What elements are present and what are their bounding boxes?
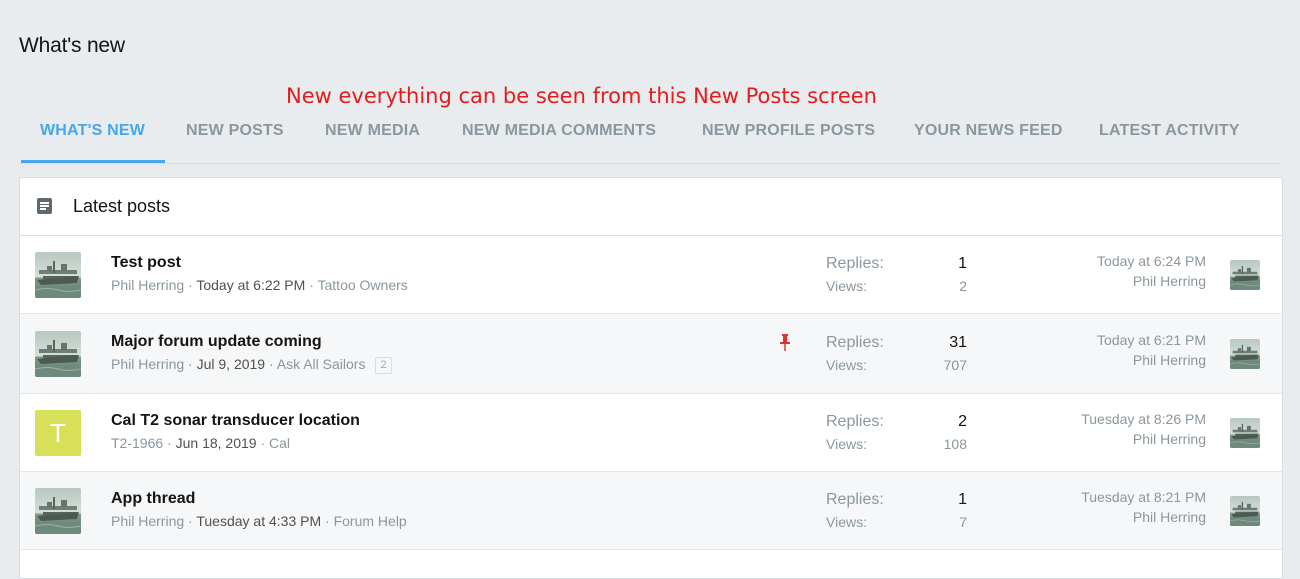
replies-label: Replies: bbox=[826, 254, 884, 272]
list-icon bbox=[37, 198, 52, 214]
thread-row[interactable]: App thread Phil Herring · Tuesday at 4:3… bbox=[20, 472, 1282, 550]
tab-new-posts[interactable]: New posts bbox=[186, 111, 284, 162]
tab-latest-activity[interactable]: Latest activity bbox=[1099, 111, 1240, 162]
thread-title[interactable]: App thread bbox=[111, 490, 195, 508]
views-count: 707 bbox=[943, 356, 967, 373]
views-count: 108 bbox=[943, 435, 967, 452]
thread-meta: Phil Herring · Tuesday at 4:33 PM · Foru… bbox=[111, 512, 407, 529]
thread-title[interactable]: Cal T2 sonar transducer location bbox=[111, 412, 360, 430]
views-label: Views: bbox=[826, 435, 867, 452]
thread-forum[interactable]: Forum Help bbox=[334, 513, 407, 529]
page-title: What's new bbox=[19, 34, 125, 57]
replies-count: 1 bbox=[958, 254, 967, 272]
ship-icon bbox=[1230, 417, 1260, 448]
views-label: Views: bbox=[826, 356, 867, 373]
last-post-date[interactable]: Today at 6:24 PM bbox=[1097, 253, 1206, 269]
thread-date[interactable]: Today at 6:22 PM bbox=[196, 277, 305, 293]
last-poster-avatar[interactable] bbox=[1230, 495, 1260, 526]
tab-your-news-feed[interactable]: Your news feed bbox=[914, 111, 1063, 162]
user-avatar[interactable] bbox=[35, 330, 81, 377]
views-label: Views: bbox=[826, 513, 867, 530]
ship-icon bbox=[1230, 259, 1260, 290]
user-avatar[interactable] bbox=[35, 251, 81, 298]
last-poster-avatar[interactable] bbox=[1230, 338, 1260, 369]
replies-count: 1 bbox=[958, 490, 967, 508]
thread-date[interactable]: Jun 18, 2019 bbox=[176, 435, 257, 451]
pin-icon bbox=[780, 333, 790, 351]
annotation-text: New everything can be seen from this New… bbox=[286, 84, 877, 108]
tab-new-media[interactable]: New media bbox=[325, 111, 420, 162]
last-post-user[interactable]: Phil Herring bbox=[1133, 352, 1206, 368]
thread-meta: Phil Herring · Today at 6:22 PM · Tattoo… bbox=[111, 276, 408, 293]
thread-meta: Phil Herring · Jul 9, 2019 · Ask All Sai… bbox=[111, 356, 392, 374]
views-count: 2 bbox=[959, 277, 967, 294]
letter-avatar[interactable]: T bbox=[35, 409, 81, 456]
last-post-user[interactable]: Phil Herring bbox=[1133, 431, 1206, 447]
thread-row[interactable]: T Cal T2 sonar transducer location T2-19… bbox=[20, 394, 1282, 472]
ship-icon bbox=[1230, 338, 1260, 369]
tab-whats-new[interactable]: What's new bbox=[20, 111, 166, 163]
thread-date[interactable]: Jul 9, 2019 bbox=[197, 356, 266, 372]
last-post-date[interactable]: Tuesday at 8:21 PM bbox=[1081, 489, 1206, 505]
tab-new-media-comments[interactable]: New media comments bbox=[462, 111, 656, 162]
thread-author[interactable]: Phil Herring bbox=[111, 513, 184, 529]
last-post-user[interactable]: Phil Herring bbox=[1133, 509, 1206, 525]
block-header: Latest posts bbox=[20, 178, 1282, 236]
thread-forum[interactable]: Cal bbox=[269, 435, 290, 451]
replies-label: Replies: bbox=[826, 490, 884, 508]
block-title: Latest posts bbox=[73, 196, 171, 216]
ship-icon bbox=[35, 330, 81, 377]
views-count: 7 bbox=[959, 513, 967, 530]
thread-forum[interactable]: Ask All Sailors bbox=[277, 356, 366, 372]
ship-icon bbox=[35, 487, 81, 534]
last-post-date[interactable]: Tuesday at 8:26 PM bbox=[1081, 411, 1206, 427]
last-poster-avatar[interactable] bbox=[1230, 417, 1260, 448]
views-label: Views: bbox=[826, 277, 867, 294]
replies-count: 2 bbox=[958, 412, 967, 430]
last-post-date[interactable]: Today at 6:21 PM bbox=[1097, 332, 1206, 348]
ship-icon bbox=[35, 251, 81, 298]
ship-icon bbox=[1230, 495, 1260, 526]
replies-label: Replies: bbox=[826, 412, 884, 430]
thread-meta: T2-1966 · Jun 18, 2019 · Cal bbox=[111, 434, 291, 451]
thread-author[interactable]: Phil Herring bbox=[111, 277, 184, 293]
tab-bar: What's new New posts New media New media… bbox=[19, 111, 1281, 164]
page-jump-badge[interactable]: 2 bbox=[375, 356, 392, 374]
thread-row[interactable]: Test post Phil Herring · Today at 6:22 P… bbox=[20, 236, 1282, 314]
thread-forum[interactable]: Tattoo Owners bbox=[318, 277, 408, 293]
thread-row[interactable]: Major forum update coming Phil Herring ·… bbox=[20, 314, 1282, 394]
thread-title[interactable]: Test post bbox=[111, 254, 181, 272]
thread-title[interactable]: Major forum update coming bbox=[111, 333, 322, 351]
thread-author[interactable]: T2-1966 bbox=[111, 435, 163, 451]
replies-count: 31 bbox=[949, 333, 967, 351]
last-poster-avatar[interactable] bbox=[1230, 259, 1260, 290]
thread-date[interactable]: Tuesday at 4:33 PM bbox=[196, 513, 321, 529]
last-post-user[interactable]: Phil Herring bbox=[1133, 273, 1206, 289]
tab-new-profile-posts[interactable]: New profile posts bbox=[702, 111, 875, 162]
replies-label: Replies: bbox=[826, 333, 884, 351]
thread-author[interactable]: Phil Herring bbox=[111, 356, 184, 372]
latest-posts-block: Latest posts Test post Phil Herring · To… bbox=[19, 177, 1283, 579]
user-avatar[interactable] bbox=[35, 487, 81, 534]
